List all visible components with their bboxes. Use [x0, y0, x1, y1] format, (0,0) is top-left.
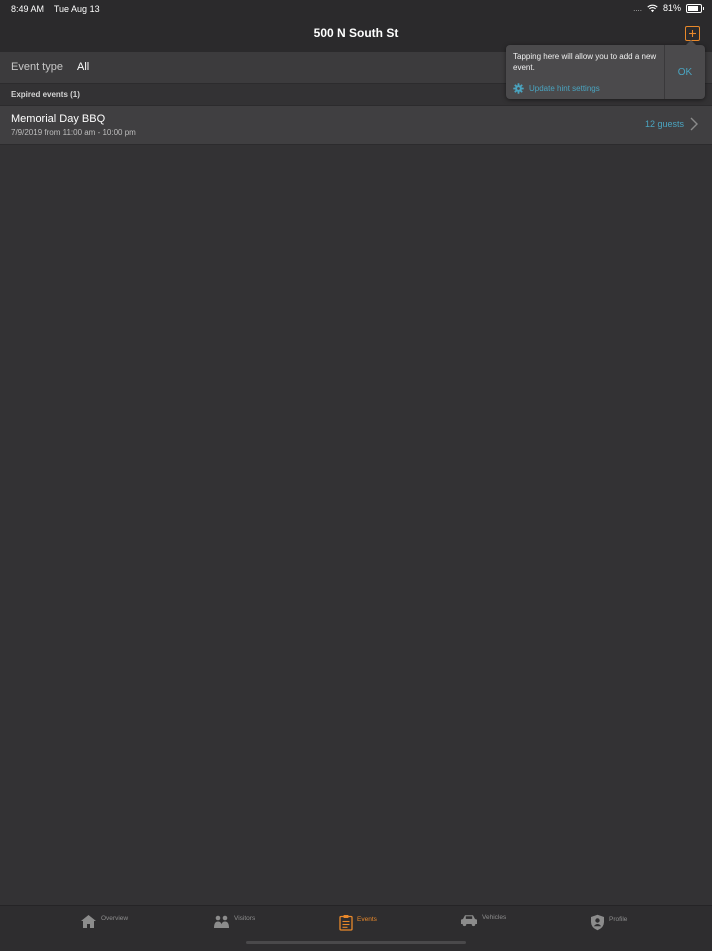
visitors-icon	[214, 915, 229, 928]
clipboard-icon	[339, 915, 353, 931]
tab-label: Events	[357, 916, 377, 923]
tab-label: Visitors	[234, 915, 256, 922]
event-type-value[interactable]: All	[77, 61, 89, 73]
battery-icon	[686, 3, 704, 13]
status-indicators: .... 81%	[633, 3, 704, 13]
house-icon	[81, 915, 96, 928]
event-guest-count: 12 guests	[644, 119, 684, 129]
tab-events[interactable]: Events	[339, 914, 377, 931]
page-title: 500 N South St	[313, 26, 399, 40]
shield-user-icon	[591, 914, 604, 931]
tab-label: Overview	[101, 915, 129, 922]
ok-button[interactable]: OK	[665, 45, 705, 99]
plus-icon	[689, 30, 696, 37]
event-row[interactable]: Memorial Day BBQ 7/9/2019 from 11:00 am …	[0, 105, 712, 145]
event-type-label: Event type	[11, 61, 63, 73]
tab-visitors[interactable]: Visitors	[213, 914, 255, 929]
cellular-signal-icon: ....	[633, 3, 642, 13]
home-indicator	[246, 941, 466, 944]
tab-label: Profile	[609, 916, 628, 923]
status-time-date: 8:49 AM Tue Aug 13	[11, 4, 100, 14]
event-title: Memorial Day BBQ	[11, 113, 106, 125]
hint-tooltip: Tapping here will allow you to add a new…	[506, 40, 705, 99]
event-time: 7/9/2019 from 11:00 am - 10:00 pm	[11, 128, 136, 137]
car-icon	[461, 915, 477, 927]
wifi-icon	[647, 4, 658, 12]
expired-events-header: Expired events (1)	[11, 90, 80, 99]
status-bar: 8:49 AM Tue Aug 13 .... 81%	[0, 0, 712, 18]
add-event-button[interactable]	[685, 26, 700, 41]
chevron-right-icon	[690, 117, 698, 131]
update-hint-settings-link[interactable]: Update hint settings	[513, 83, 600, 94]
tab-bar: Overview Visitors Events Vehicles Profil…	[0, 905, 712, 951]
hint-text: Tapping here will allow you to add a new…	[513, 52, 657, 72]
tab-vehicles[interactable]: Vehicles	[460, 914, 506, 927]
battery-percent: 81%	[662, 3, 681, 13]
gear-icon	[513, 83, 524, 94]
tab-profile[interactable]: Profile	[590, 914, 627, 931]
tab-label: Vehicles	[482, 914, 507, 921]
update-hint-settings-label: Update hint settings	[529, 84, 600, 93]
status-date: Tue Aug 13	[53, 4, 100, 14]
tab-overview[interactable]: Overview	[80, 914, 128, 929]
status-time: 8:49 AM	[11, 4, 45, 14]
